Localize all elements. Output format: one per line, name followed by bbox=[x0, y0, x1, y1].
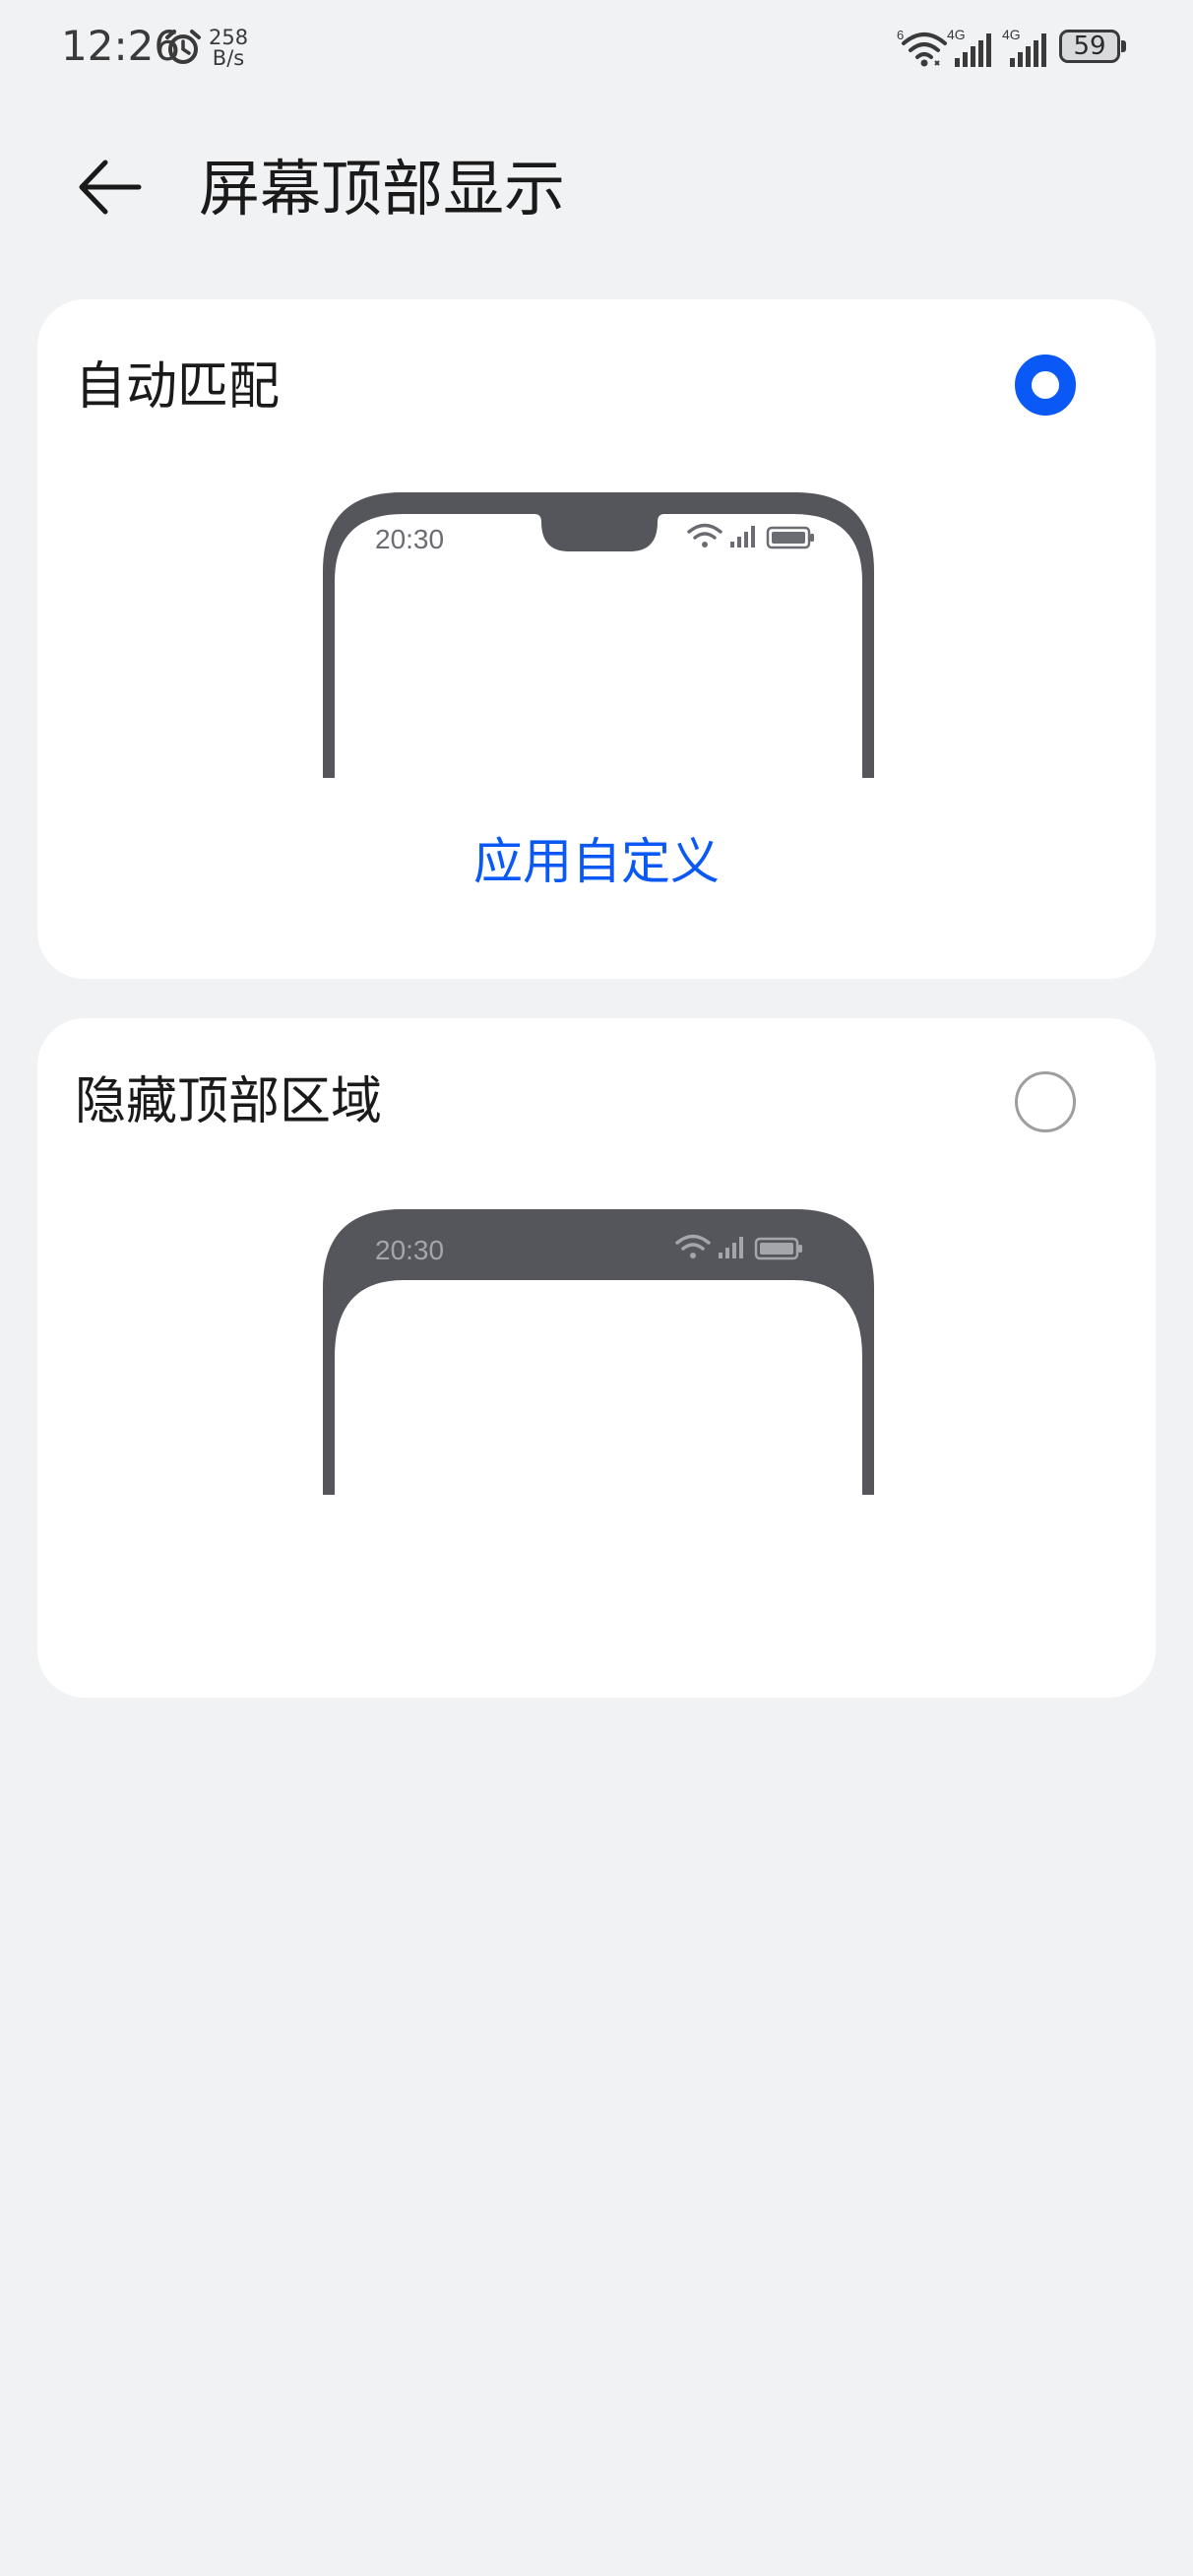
option-label: 自动匹配 bbox=[75, 357, 281, 417]
radio-selected[interactable] bbox=[1015, 354, 1076, 416]
cellular-signal-icon: 4G bbox=[1002, 27, 1046, 67]
battery-level: 59 bbox=[1073, 32, 1106, 61]
hidden-top-preview-illustration: 20:30 bbox=[323, 1209, 874, 1495]
option-card-auto-match[interactable]: 自动匹配 20:30 应用自定义 bbox=[37, 299, 1156, 979]
status-time: 12:26 bbox=[61, 22, 181, 70]
back-button[interactable] bbox=[71, 148, 150, 226]
wifi-icon bbox=[687, 523, 722, 547]
cellular-signal-icon: 4G bbox=[947, 27, 991, 67]
signal1-label: 4G bbox=[947, 27, 966, 42]
status-bar: 12:26 258 B/s 6 4G 4G 59 bbox=[0, 0, 1193, 98]
cellular-signal-icon bbox=[730, 526, 755, 547]
wifi-badge: 6 bbox=[897, 28, 904, 42]
network-speed-unit: B/s bbox=[212, 46, 245, 70]
battery-icon bbox=[766, 526, 814, 549]
page-title: 屏幕顶部显示 bbox=[199, 153, 566, 225]
arrow-left-icon bbox=[79, 160, 142, 215]
notch-preview-illustration: 20:30 bbox=[323, 492, 874, 778]
network-speed: 258 B/s bbox=[209, 28, 248, 69]
battery-icon: 59 bbox=[1059, 30, 1128, 65]
radio-unselected[interactable] bbox=[1015, 1071, 1076, 1132]
alarm-icon bbox=[165, 30, 201, 64]
signal2-label: 4G bbox=[1002, 27, 1021, 42]
preview-time: 20:30 bbox=[375, 1235, 444, 1265]
preview-time: 20:30 bbox=[375, 524, 444, 554]
network-speed-value: 258 bbox=[209, 26, 249, 49]
app-customize-link[interactable]: 应用自定义 bbox=[37, 827, 1156, 896]
option-card-hide-top-area[interactable]: 隐藏顶部区域 20:30 bbox=[37, 1018, 1156, 1698]
option-label: 隐藏顶部区域 bbox=[75, 1072, 383, 1131]
wifi-icon: 6 bbox=[897, 28, 947, 67]
